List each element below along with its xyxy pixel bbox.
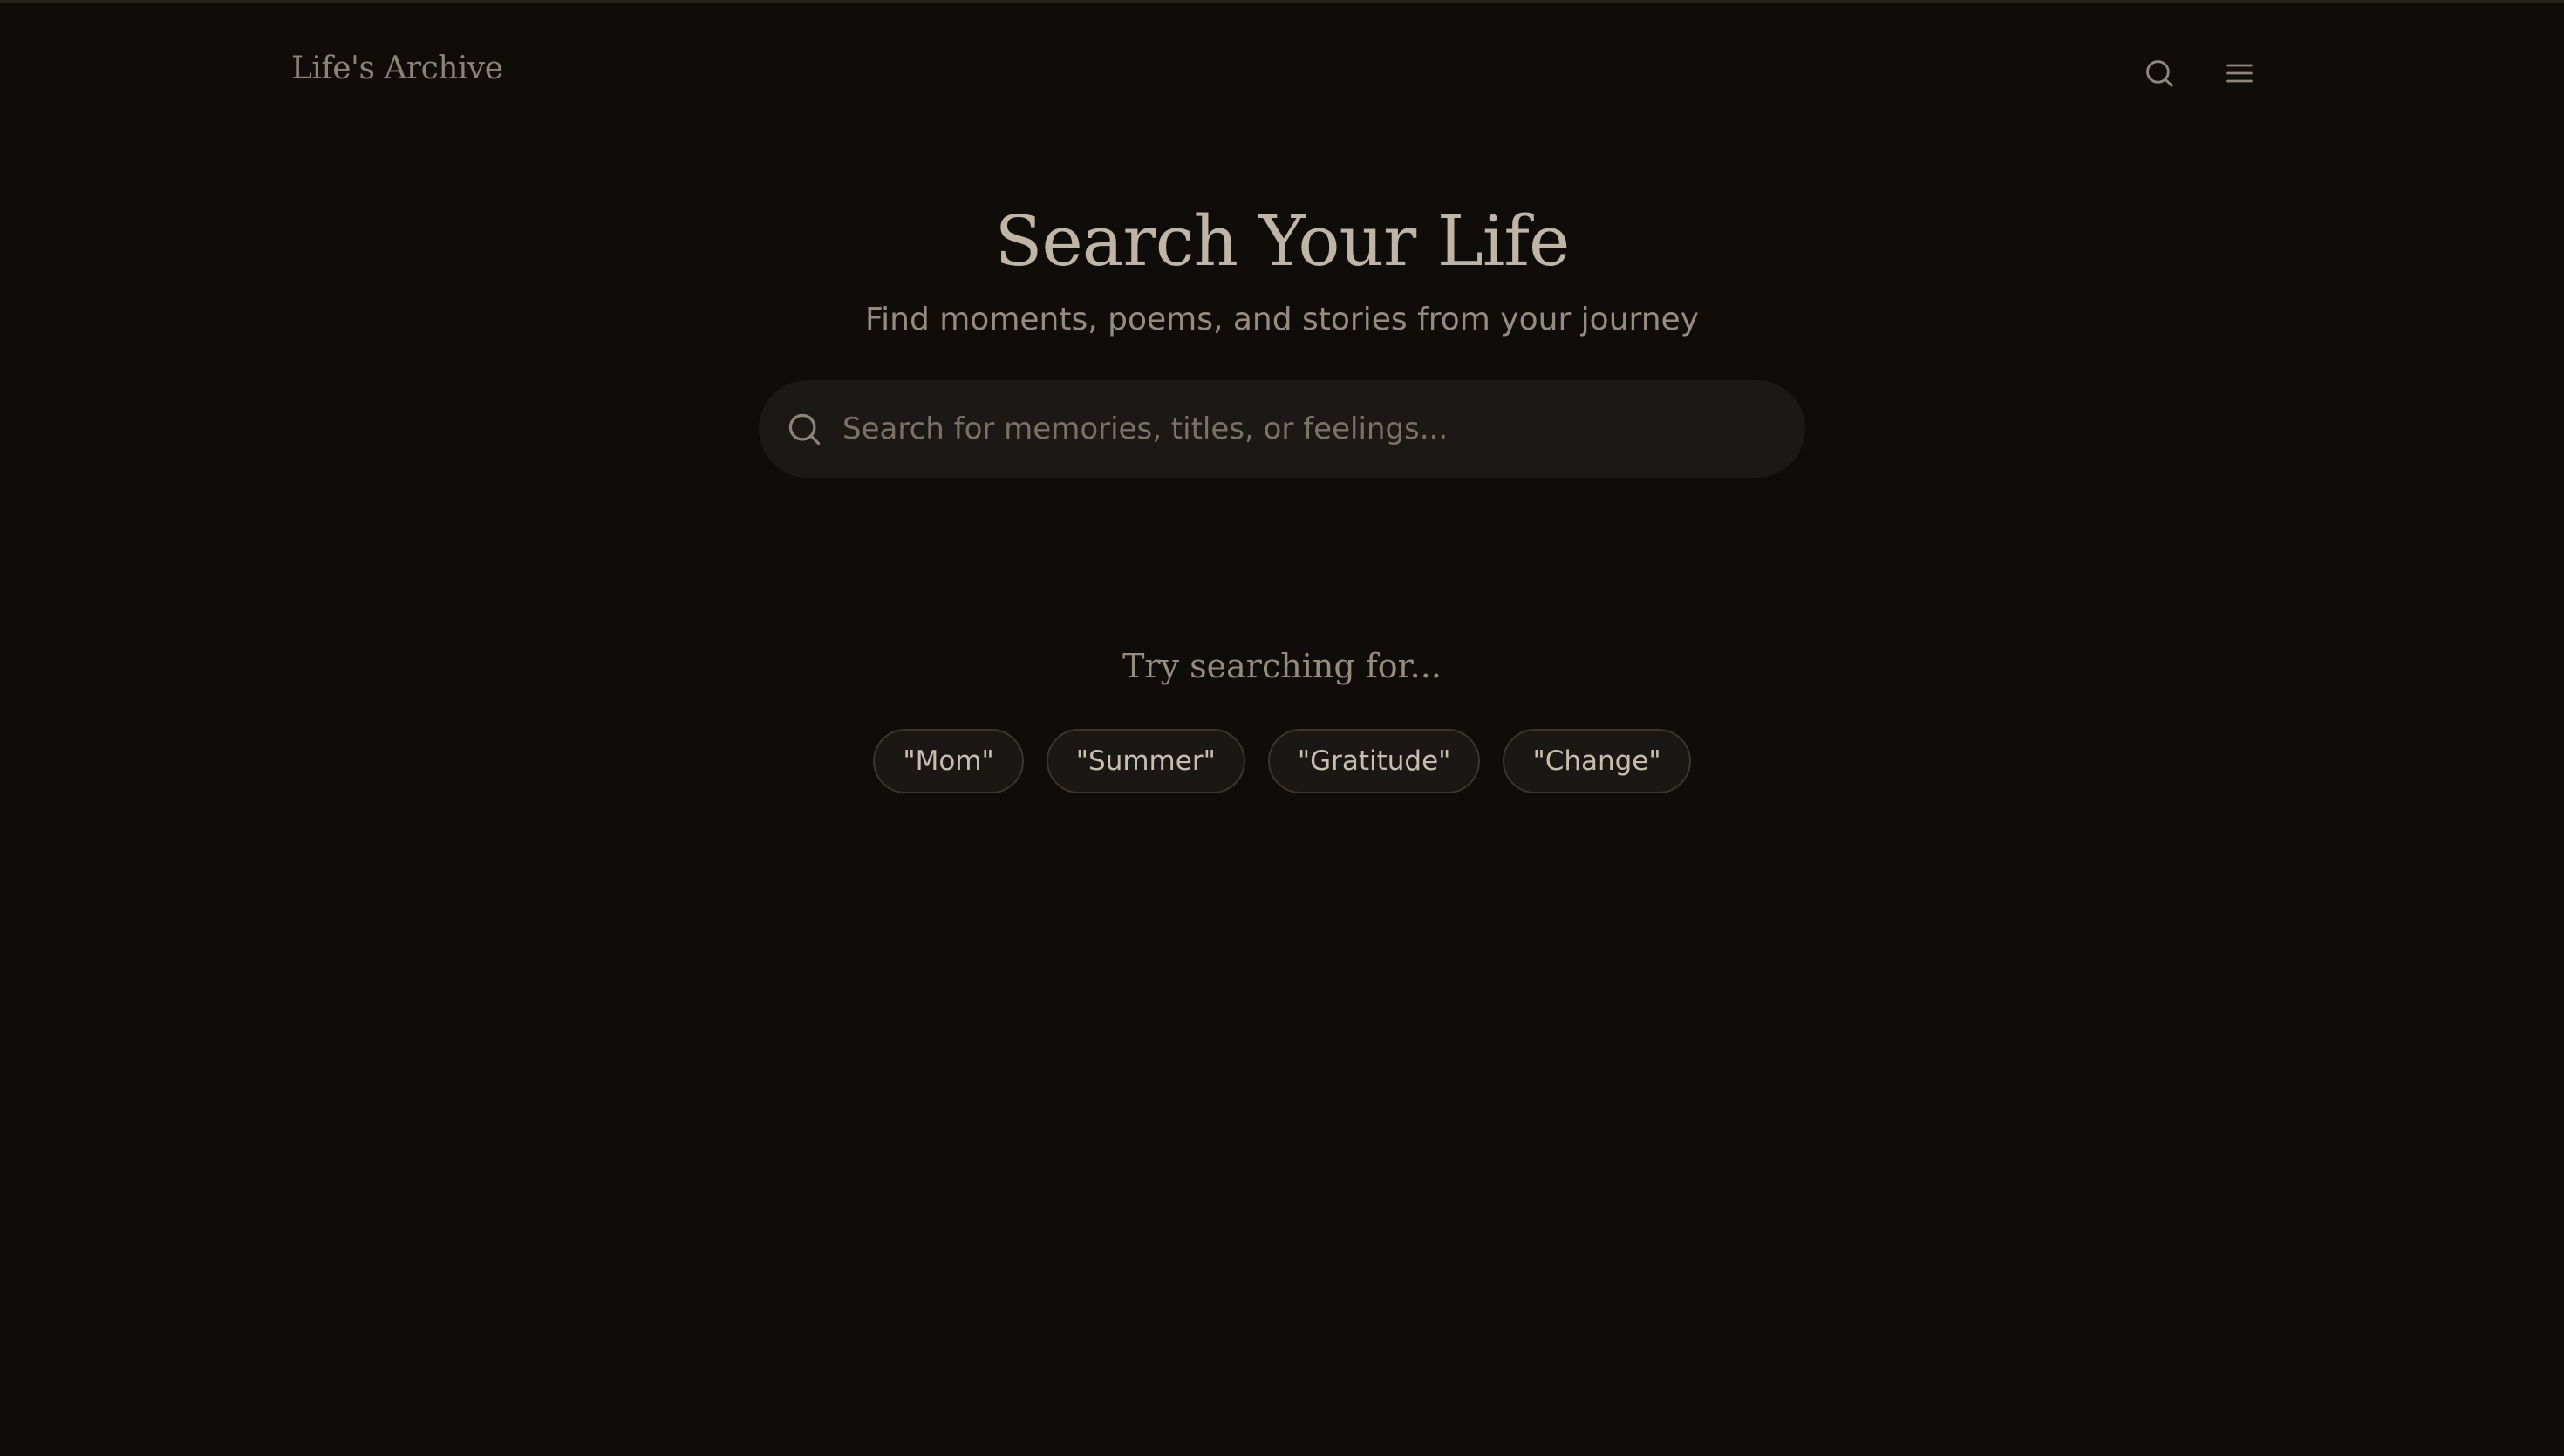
search-icon [788, 413, 821, 446]
suggestion-chip-summer[interactable]: "Summer" [1046, 729, 1245, 793]
page-title: Search Your Life [994, 201, 1571, 282]
search-icon [2146, 60, 2173, 87]
page-subtitle: Find moments, poems, and stories from yo… [865, 302, 1699, 337]
suggestion-chips: "Mom" "Summer" "Gratitude" "Change" [0, 729, 2564, 793]
search-bar[interactable] [759, 380, 1805, 478]
header-menu-button[interactable] [2219, 52, 2261, 94]
hero-section: Search Your Life Find moments, poems, an… [0, 194, 2564, 342]
search-input[interactable] [842, 399, 1776, 459]
header-search-button[interactable] [2138, 52, 2180, 94]
suggestion-chip-gratitude[interactable]: "Gratitude" [1267, 729, 1481, 793]
suggestions-heading: Try searching for... [1122, 647, 1442, 685]
suggestion-chip-change[interactable]: "Change" [1503, 729, 1691, 793]
menu-icon [2226, 64, 2253, 83]
brand-logo[interactable]: Life's Archive [291, 51, 503, 86]
site-header: Life's Archive [0, 0, 2564, 148]
suggestion-chip-mom[interactable]: "Mom" [873, 729, 1024, 793]
